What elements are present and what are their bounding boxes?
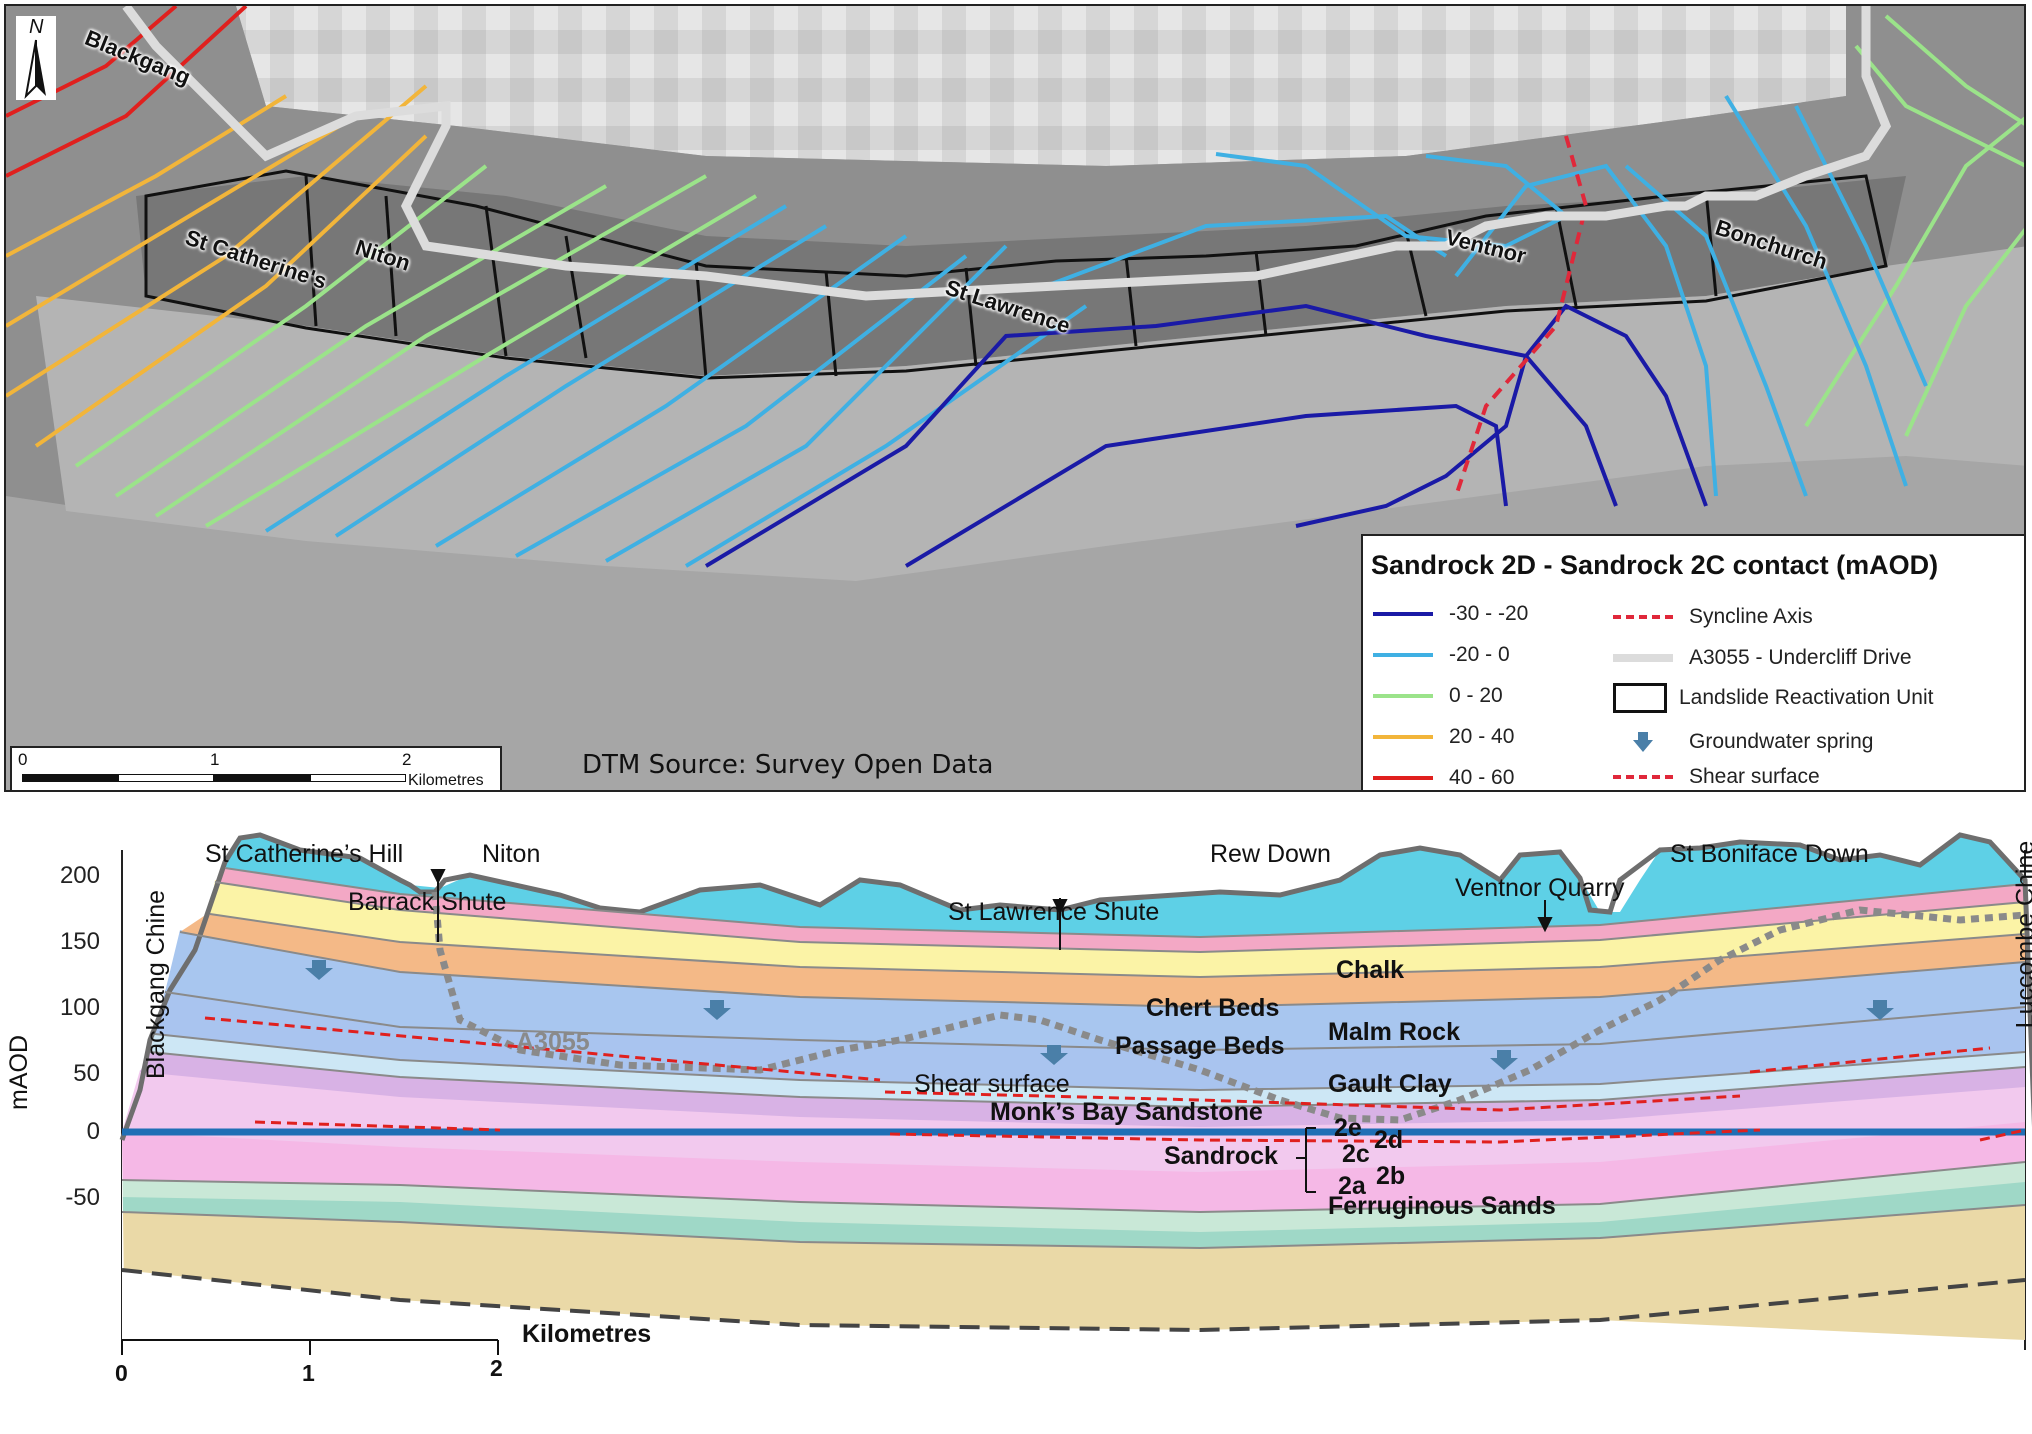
label-chert-beds: Chert Beds bbox=[1146, 994, 1280, 1022]
label-sandrock: Sandrock bbox=[1164, 1142, 1278, 1170]
legend-spring: Groundwater spring bbox=[1613, 726, 1873, 758]
scale-segment bbox=[214, 774, 310, 782]
label-blackgang-chine: Blackgang Chine bbox=[142, 889, 171, 1080]
legend-title: Sandrock 2D - Sandrock 2C contact (mAOD) bbox=[1371, 550, 1939, 580]
label-st-boniface-down: St Boniface Down bbox=[1670, 840, 1869, 868]
legend-label: Landslide Reactivation Unit bbox=[1679, 686, 1934, 709]
legend-label: A3055 - Undercliff Drive bbox=[1689, 646, 1912, 669]
legend-label: 40 - 60 bbox=[1449, 766, 1515, 789]
y-tick: 100 bbox=[59, 994, 100, 1021]
label-monks-bay-sandstone: Monk’s Bay Sandstone bbox=[990, 1098, 1263, 1126]
y-tick: -50 bbox=[65, 1184, 100, 1211]
legend-label: 0 - 20 bbox=[1449, 684, 1503, 707]
y-tick: 50 bbox=[73, 1060, 100, 1087]
label-unit-2b: 2b bbox=[1376, 1162, 1406, 1190]
black-outline-box-icon bbox=[1613, 683, 1667, 713]
label-a3055: A3055 bbox=[516, 1028, 590, 1056]
label-passage-beds: Passage Beds bbox=[1115, 1032, 1285, 1060]
label-barrack-shute: Barrack Shute bbox=[348, 888, 507, 916]
label-ventnor-quarry: Ventnor Quarry bbox=[1455, 874, 1625, 902]
north-letter: N bbox=[29, 16, 44, 38]
label-malm-rock: Malm Rock bbox=[1328, 1018, 1460, 1046]
legend-swatch bbox=[1373, 612, 1433, 616]
legend-label: Shear surface bbox=[1689, 765, 1820, 788]
scale-tick: 0 bbox=[18, 750, 28, 769]
scale-tick: 2 bbox=[490, 1355, 503, 1381]
blue-arrow-down-icon bbox=[1613, 730, 1673, 754]
map-panel: N Blackgang St Catherine's Niton St Lawr… bbox=[4, 4, 2026, 792]
y-tick: 200 bbox=[59, 862, 100, 889]
label-unit-2d: 2d bbox=[1374, 1126, 1404, 1154]
scale-tick: 1 bbox=[302, 1360, 315, 1386]
label-unit-2a: 2a bbox=[1338, 1172, 1366, 1200]
label-niton: Niton bbox=[482, 840, 541, 868]
label-rew-down: Rew Down bbox=[1210, 840, 1331, 868]
label-st-lawrence-shute: St Lawrence Shute bbox=[948, 898, 1160, 926]
legend-label: Groundwater spring bbox=[1689, 730, 1874, 753]
red-dashed-line-icon bbox=[1613, 615, 1673, 619]
label-luccombe-chine: Luccombe Chine bbox=[2011, 840, 2032, 1029]
y-tick: 150 bbox=[59, 928, 100, 955]
legend-shear: Shear surface bbox=[1613, 761, 1820, 790]
scale-segment bbox=[310, 774, 406, 782]
scale-unit: Kilometres bbox=[522, 1320, 652, 1348]
label-gault-clay: Gault Clay bbox=[1328, 1070, 1452, 1098]
label-unit-2c: 2c bbox=[1342, 1140, 1370, 1168]
north-arrow-icon: N bbox=[16, 16, 56, 100]
red-dashed-line-icon bbox=[1613, 775, 1673, 779]
map-legend: Sandrock 2D - Sandrock 2C contact (mAOD)… bbox=[1361, 534, 2024, 790]
scale-unit: Kilometres bbox=[408, 772, 484, 789]
label-unit-2e: 2e bbox=[1334, 1114, 1362, 1142]
legend-label: -30 - -20 bbox=[1449, 602, 1529, 625]
legend-class-2: -20 - 0 bbox=[1373, 639, 1510, 671]
legend-label: Syncline Axis bbox=[1689, 605, 1813, 628]
legend-landslide-unit: Landslide Reactivation Unit bbox=[1613, 682, 1933, 714]
scale-tick: 2 bbox=[402, 750, 412, 769]
dtm-source: DTM Source: Survey Open Data bbox=[582, 750, 994, 780]
label-chalk: Chalk bbox=[1336, 956, 1405, 984]
grey-road-line-icon bbox=[1613, 654, 1673, 662]
legend-swatch bbox=[1373, 776, 1433, 780]
legend-class-3: 0 - 20 bbox=[1373, 680, 1503, 712]
scale-segment bbox=[22, 774, 118, 782]
legend-class-1: -30 - -20 bbox=[1373, 598, 1528, 630]
legend-syncline: Syncline Axis bbox=[1613, 601, 1813, 633]
legend-road: A3055 - Undercliff Drive bbox=[1613, 642, 1912, 674]
legend-label: -20 - 0 bbox=[1449, 643, 1510, 666]
y-tick: 0 bbox=[86, 1118, 100, 1145]
legend-swatch bbox=[1373, 653, 1433, 657]
section-scale-bar bbox=[121, 1339, 499, 1355]
legend-class-4: 20 - 40 bbox=[1373, 721, 1514, 753]
legend-class-5: 40 - 60 bbox=[1373, 762, 1515, 790]
scale-segment bbox=[118, 774, 214, 782]
label-st-catherines-hill: St Catherine’s Hill bbox=[205, 840, 404, 868]
legend-swatch bbox=[1373, 694, 1433, 698]
scale-tick: 1 bbox=[210, 750, 220, 769]
cross-section-panel: 200 150 100 50 0 -50 mAOD St Catherine’s… bbox=[0, 800, 2032, 1434]
label-shear-surface: Shear surface bbox=[914, 1070, 1070, 1098]
legend-label: 20 - 40 bbox=[1449, 725, 1515, 748]
map-scale-bar: 0 1 2 Kilometres bbox=[10, 746, 502, 790]
y-axis-label: mAOD bbox=[5, 1035, 33, 1110]
legend-swatch bbox=[1373, 735, 1433, 739]
scale-tick: 0 bbox=[115, 1360, 128, 1386]
